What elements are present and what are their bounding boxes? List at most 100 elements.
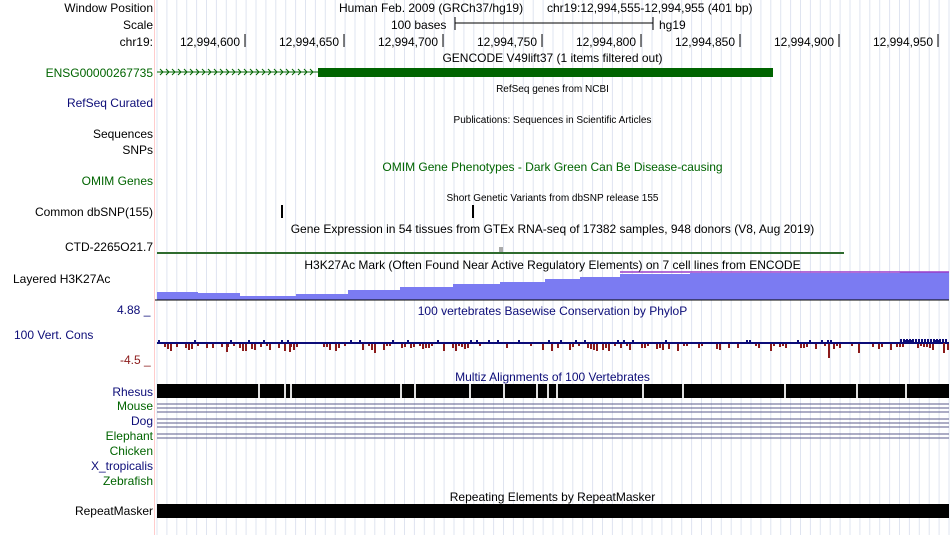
cons-bar — [915, 339, 917, 343]
cons-title: 100 vertebrates Basewise Conservation by… — [417, 304, 688, 318]
cons-bar — [936, 339, 938, 343]
multiz-gap — [536, 384, 538, 398]
species-chicken[interactable]: Chicken — [110, 444, 153, 458]
refseq-label[interactable]: RefSeq Curated — [67, 96, 153, 110]
cons-bar — [557, 344, 559, 348]
cons-bar — [476, 340, 478, 343]
cons-bar — [933, 339, 935, 343]
repeatmasker-label[interactable]: RepeatMasker — [75, 504, 153, 518]
dbsnp-variant — [472, 205, 474, 218]
cons-bar — [824, 344, 826, 346]
cons-bar — [827, 340, 829, 343]
h3k27ac-label[interactable]: Layered H3K27Ac — [13, 272, 110, 286]
cons-bar — [560, 340, 562, 343]
cons-bar — [942, 339, 944, 343]
cons-bar — [830, 340, 832, 343]
cons-bar — [605, 344, 607, 348]
cons-bar — [851, 344, 853, 346]
cons-bar — [623, 340, 625, 343]
cons-bar — [932, 344, 934, 350]
cons-bar — [467, 344, 469, 348]
cons-bar — [596, 344, 598, 351]
cons-bar — [779, 344, 781, 347]
cons-bar — [858, 344, 860, 353]
gtex-title: Gene Expression in 54 tissues from GTEx … — [290, 222, 815, 236]
cons-bar — [176, 344, 178, 347]
species-x-tropicalis[interactable]: X_tropicalis — [91, 459, 153, 473]
cons-bar — [269, 344, 271, 350]
cons-label[interactable]: 100 Vert. Cons — [14, 328, 93, 342]
cons-bar — [881, 344, 883, 347]
cons-bar — [918, 339, 920, 343]
cons-bar — [230, 340, 232, 343]
cons-min-value: -4.5 _ — [120, 353, 151, 367]
cons-bar — [569, 344, 571, 350]
gtex-label[interactable]: CTD-2265O21.7 — [65, 240, 153, 254]
cons-bar — [921, 339, 923, 343]
cons-bar — [329, 344, 331, 350]
cons-bar — [506, 344, 508, 348]
cons-bar — [608, 344, 610, 351]
multiz-gap — [642, 384, 644, 398]
cons-bar — [749, 340, 751, 343]
cons-bar — [836, 344, 838, 346]
cons-bar — [221, 344, 223, 347]
cons-bar — [923, 344, 925, 347]
cons-bar — [906, 339, 908, 343]
cons-bar — [686, 344, 688, 346]
cons-bar — [746, 340, 748, 343]
cons-bar — [479, 344, 481, 346]
cons-bar — [530, 344, 532, 346]
species-dog[interactable]: Dog — [131, 414, 153, 428]
cons-bar — [407, 340, 409, 343]
species-rhesus[interactable]: Rhesus — [112, 385, 153, 399]
cons-bar — [641, 344, 643, 348]
refseq-subtitle: RefSeq genes from NCBI — [496, 84, 609, 95]
cons-bar — [833, 344, 835, 349]
cons-bar — [917, 344, 919, 348]
publications-sequences-label[interactable]: Sequences — [93, 127, 153, 141]
dbsnp-label[interactable]: Common dbSNP(155) — [35, 205, 153, 219]
cons-bar — [920, 344, 922, 346]
cons-bar — [572, 344, 574, 347]
cons-bar — [164, 344, 166, 347]
species-mouse[interactable]: Mouse — [117, 399, 153, 413]
species-elephant[interactable]: Elephant — [106, 429, 153, 443]
cons-bar — [392, 340, 394, 343]
cons-bar — [455, 344, 457, 351]
multiz-gap — [784, 384, 786, 398]
gencode-label[interactable]: ENSG00000267735 — [46, 66, 153, 80]
multiz-gap — [503, 384, 505, 398]
cons-bar — [943, 343, 945, 353]
cons-bar — [389, 344, 391, 346]
cons-bar — [677, 344, 679, 351]
cons-bar — [896, 344, 898, 347]
cons-bar — [293, 344, 295, 350]
cons-bar — [452, 344, 454, 348]
ruler-tick-label: 12,994,800 — [575, 35, 636, 49]
cons-bar — [335, 344, 337, 351]
ruler-tick-label: 12,994,750 — [476, 35, 537, 49]
ruler-tick-label: 12,994,600 — [179, 35, 240, 49]
multiz-gap — [469, 384, 471, 398]
cons-bar — [419, 344, 421, 346]
cons-bar — [930, 339, 932, 343]
cons-bar — [254, 344, 256, 350]
cons-bar — [263, 340, 265, 343]
multiz-gap — [905, 384, 907, 398]
cons-bar — [903, 339, 905, 343]
cons-bar — [170, 344, 172, 351]
multiz-rhesus-block — [157, 384, 949, 398]
cons-bar — [287, 340, 289, 343]
omim-label[interactable]: OMIM Genes — [82, 174, 153, 188]
cons-bar — [470, 340, 472, 343]
cons-bar — [326, 344, 328, 347]
publications-snps-label[interactable]: SNPs — [122, 143, 153, 157]
cons-bar — [344, 344, 346, 346]
cons-bar — [737, 344, 739, 348]
cons-bar — [902, 344, 904, 347]
cons-bar — [662, 344, 664, 350]
species-zebrafish[interactable]: Zebrafish — [103, 474, 153, 488]
cons-bar — [251, 344, 253, 349]
cons-bar — [296, 344, 298, 347]
